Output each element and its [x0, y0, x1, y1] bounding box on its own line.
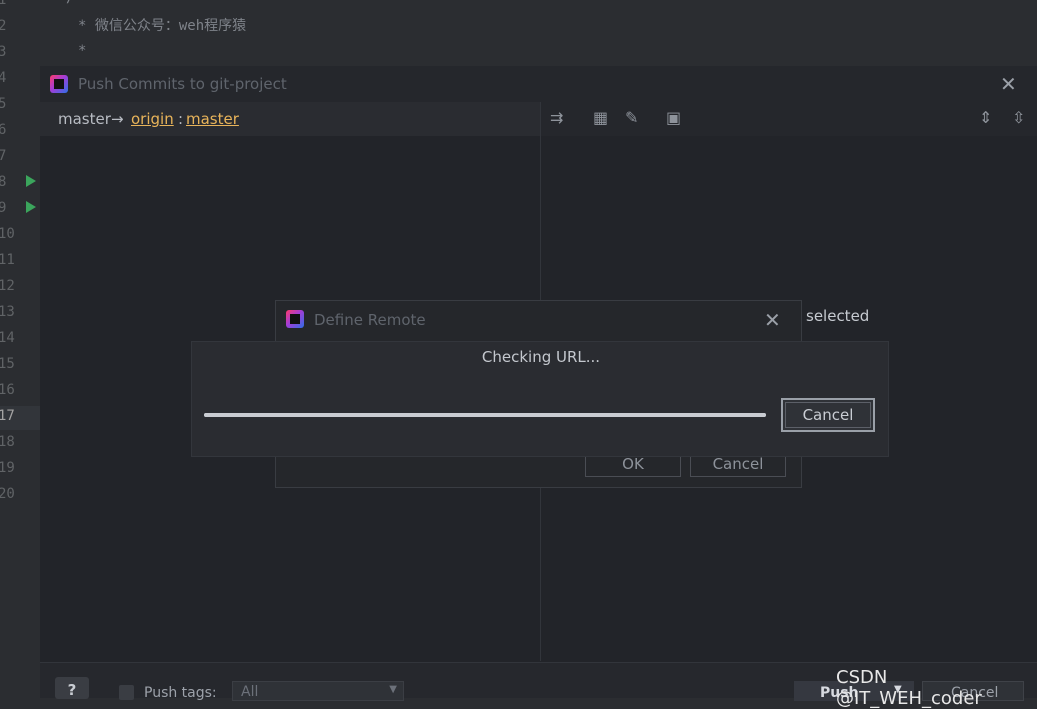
push-tags-value: All — [241, 684, 259, 700]
progress-bar-fill — [204, 413, 766, 417]
push-tags-dropdown[interactable]: All ▼ — [232, 681, 404, 701]
expand-all-icon[interactable]: ⇕ — [979, 108, 992, 127]
merge-arrows-icon[interactable]: ⇉ — [550, 108, 563, 127]
run-gutter-icon[interactable] — [26, 175, 36, 187]
chevron-down-icon: ▼ — [389, 684, 397, 695]
line-number: 15 — [0, 356, 15, 372]
preview-icon[interactable]: ▣ — [666, 108, 681, 127]
line-number: 6 — [0, 122, 7, 138]
line-number: 1 — [0, 0, 7, 8]
local-branch: master — [58, 110, 111, 128]
collapse-all-icon[interactable]: ⇳ — [1012, 108, 1025, 127]
run-gutter-icon[interactable] — [26, 201, 36, 213]
push-dialog-title: Push Commits to git-project — [78, 75, 287, 93]
define-remote-title: Define Remote — [314, 311, 426, 329]
line-number: 10 — [0, 226, 15, 242]
progress-bar — [204, 413, 766, 417]
no-selection-text: selected — [806, 307, 870, 325]
watermark: CSDN @IT_WEH_coder — [836, 667, 982, 709]
code-line: * — [78, 43, 87, 59]
line-number-current: 17 — [0, 408, 15, 424]
line-number: 8 — [0, 174, 7, 190]
push-tags-label: Push tags: — [144, 685, 217, 701]
help-button[interactable]: ? — [55, 677, 89, 699]
group-by-icon[interactable]: ▦ — [593, 108, 608, 127]
intellij-app-icon — [286, 310, 304, 328]
intellij-app-icon — [50, 75, 68, 93]
line-number: 13 — [0, 304, 15, 320]
arrow-icon: → — [111, 110, 124, 128]
line-number: 3 — [0, 44, 7, 60]
line-number: 18 — [0, 434, 15, 450]
cancel-check-button[interactable]: Cancel — [781, 398, 875, 432]
line-number: 19 — [0, 460, 15, 476]
line-number: 20 — [0, 486, 15, 502]
push-tags-checkbox[interactable] — [119, 685, 134, 700]
code-line: * 微信公众号：weh程序猿 — [78, 18, 247, 34]
line-number: 9 — [0, 200, 7, 216]
line-number: 7 — [0, 148, 7, 164]
editor-gutter: 1 2 3 4 5 6 7 8 9 10 11 12 13 14 15 16 1… — [0, 0, 40, 697]
line-number: 11 — [0, 252, 15, 268]
line-number: 12 — [0, 278, 15, 294]
remote-branch-link[interactable]: master — [186, 110, 239, 128]
push-dialog-titlebar: Push Commits to git-project ✕ — [40, 66, 1037, 102]
line-number: 2 — [0, 18, 7, 34]
line-number: 16 — [0, 382, 15, 398]
edit-icon[interactable]: ✎ — [625, 108, 638, 127]
progress-message: Checking URL... — [481, 348, 601, 366]
line-number: 14 — [0, 330, 15, 346]
remote-link[interactable]: origin — [131, 110, 174, 128]
line-number: 5 — [0, 96, 7, 112]
changes-toolbar: ⇉ ▦ ✎ ▣ ⇕ ⇳ — [541, 102, 1037, 136]
line-number: 4 — [0, 70, 7, 86]
branch-separator: : — [178, 110, 184, 128]
checking-url-progress-dialog: Checking URL... Cancel — [191, 341, 889, 457]
close-icon[interactable]: ✕ — [764, 310, 781, 330]
code-line: /** — [66, 0, 91, 6]
close-icon[interactable]: ✕ — [1000, 74, 1017, 94]
branch-row[interactable]: master → origin : master — [40, 102, 540, 136]
